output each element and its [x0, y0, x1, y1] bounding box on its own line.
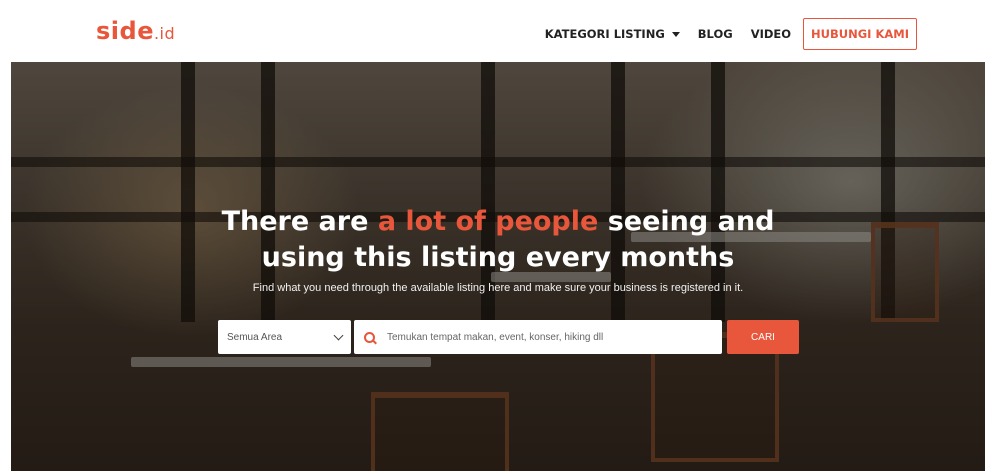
area-select-value: Semua Area — [227, 331, 283, 343]
contact-us-button[interactable]: HUBUNGI KAMI — [803, 18, 917, 50]
search-input[interactable] — [385, 330, 709, 344]
hero-title-line1: There are a lot of people seeing and — [11, 208, 985, 235]
hero-title-accent: a lot of people — [377, 206, 599, 237]
hero-subtitle: Find what you need through the available… — [252, 282, 744, 294]
top-navbar: side.id KATEGORI LISTING BLOG VIDEO HUBU… — [0, 0, 985, 62]
search-box[interactable] — [354, 320, 722, 354]
nav-blog[interactable]: BLOG — [698, 27, 733, 41]
hero-banner: There are a lot of people seeing and usi… — [11, 62, 985, 471]
chevron-down-icon — [333, 330, 344, 340]
main-menu: KATEGORI LISTING BLOG VIDEO HUBUNGI KAMI — [527, 18, 917, 50]
search-icon — [364, 331, 377, 344]
hero-title-part1: There are — [221, 206, 378, 237]
site-logo[interactable]: side.id — [96, 19, 175, 43]
logo-suffix-text: .id — [153, 24, 176, 43]
nav-video-label: VIDEO — [750, 27, 792, 41]
area-select[interactable]: Semua Area — [218, 320, 351, 354]
nav-kategori-listing[interactable]: KATEGORI LISTING — [545, 27, 680, 41]
caret-down-icon — [671, 31, 680, 37]
search-button[interactable]: CARI — [727, 320, 799, 354]
hero-title-line2: using this listing every months — [261, 242, 735, 273]
nav-blog-label: BLOG — [697, 27, 733, 41]
logo-main-text: side — [96, 17, 154, 45]
hero-title-part2: seeing and — [598, 206, 775, 237]
nav-kategori-listing-label: KATEGORI LISTING — [544, 27, 665, 41]
nav-video[interactable]: VIDEO — [751, 27, 791, 41]
